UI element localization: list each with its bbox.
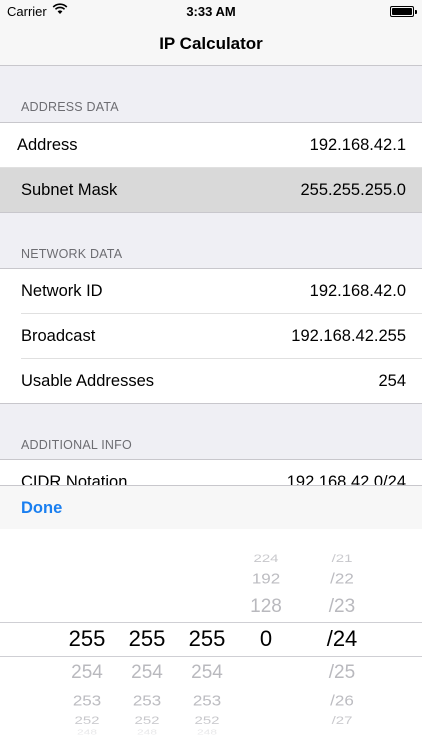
status-bar: Carrier 3:33 AM: [0, 0, 422, 22]
picker-cidr-option[interactable]: /26: [307, 693, 377, 708]
picker-cidr-option[interactable]: /23: [307, 597, 377, 616]
usable-addresses-value: 254: [378, 372, 406, 390]
picker-octet4-option[interactable]: 192: [231, 571, 301, 586]
picker-selection-top-line: [0, 622, 422, 623]
broadcast-row[interactable]: Broadcast 192.168.42.255: [0, 314, 422, 359]
address-value: 192.168.42.1: [309, 136, 406, 154]
address-row[interactable]: Address 192.168.42.1: [0, 123, 422, 168]
picker-cidr-option[interactable]: /25: [307, 663, 377, 682]
section-bottom-border: [0, 403, 422, 404]
section-bottom-border: [0, 212, 422, 213]
picker-fade-top: [0, 529, 422, 559]
subnet-mask-label: Subnet Mask: [21, 181, 118, 199]
picker-fade-bottom: [0, 720, 422, 750]
picker-cidr-selected[interactable]: /24: [307, 628, 377, 650]
picker-octet4-option[interactable]: 128: [231, 597, 301, 616]
navigation-bar: IP Calculator: [0, 22, 422, 66]
picker-cidr-option[interactable]: /22: [307, 571, 377, 586]
address-label: Address: [17, 136, 78, 154]
network-id-row[interactable]: Network ID 192.168.42.0: [0, 269, 422, 314]
picker-octet3-option[interactable]: 253: [172, 693, 242, 708]
network-id-label: Network ID: [21, 282, 103, 300]
network-id-value: 192.168.42.0: [309, 282, 406, 300]
broadcast-value: 192.168.42.255: [291, 327, 406, 345]
subnet-mask-value: 255.255.255.0: [300, 181, 406, 199]
broadcast-label: Broadcast: [21, 327, 96, 345]
battery-icon: [390, 6, 417, 17]
page-title: IP Calculator: [159, 34, 263, 53]
usable-addresses-label: Usable Addresses: [21, 372, 154, 390]
picker-toolbar: Done: [0, 485, 422, 529]
picker-octet3-option[interactable]: 254: [172, 663, 242, 682]
usable-addresses-row[interactable]: Usable Addresses 254: [0, 359, 422, 404]
done-button[interactable]: Done: [21, 499, 62, 518]
status-time: 3:33 AM: [186, 4, 236, 19]
picker-selection-bottom-line: [0, 656, 422, 657]
section-header-additional-info: ADDITIONAL INFO: [21, 438, 132, 452]
picker-octet4-selected[interactable]: 0: [231, 628, 301, 650]
section-header-address-data: ADDRESS DATA: [21, 100, 119, 114]
subnet-mask-row[interactable]: Subnet Mask 255.255.255.0: [0, 168, 422, 213]
section-header-network-data: NETWORK DATA: [21, 247, 123, 261]
subnet-picker[interactable]: 2552542532522482552542532522482552542532…: [0, 529, 422, 750]
